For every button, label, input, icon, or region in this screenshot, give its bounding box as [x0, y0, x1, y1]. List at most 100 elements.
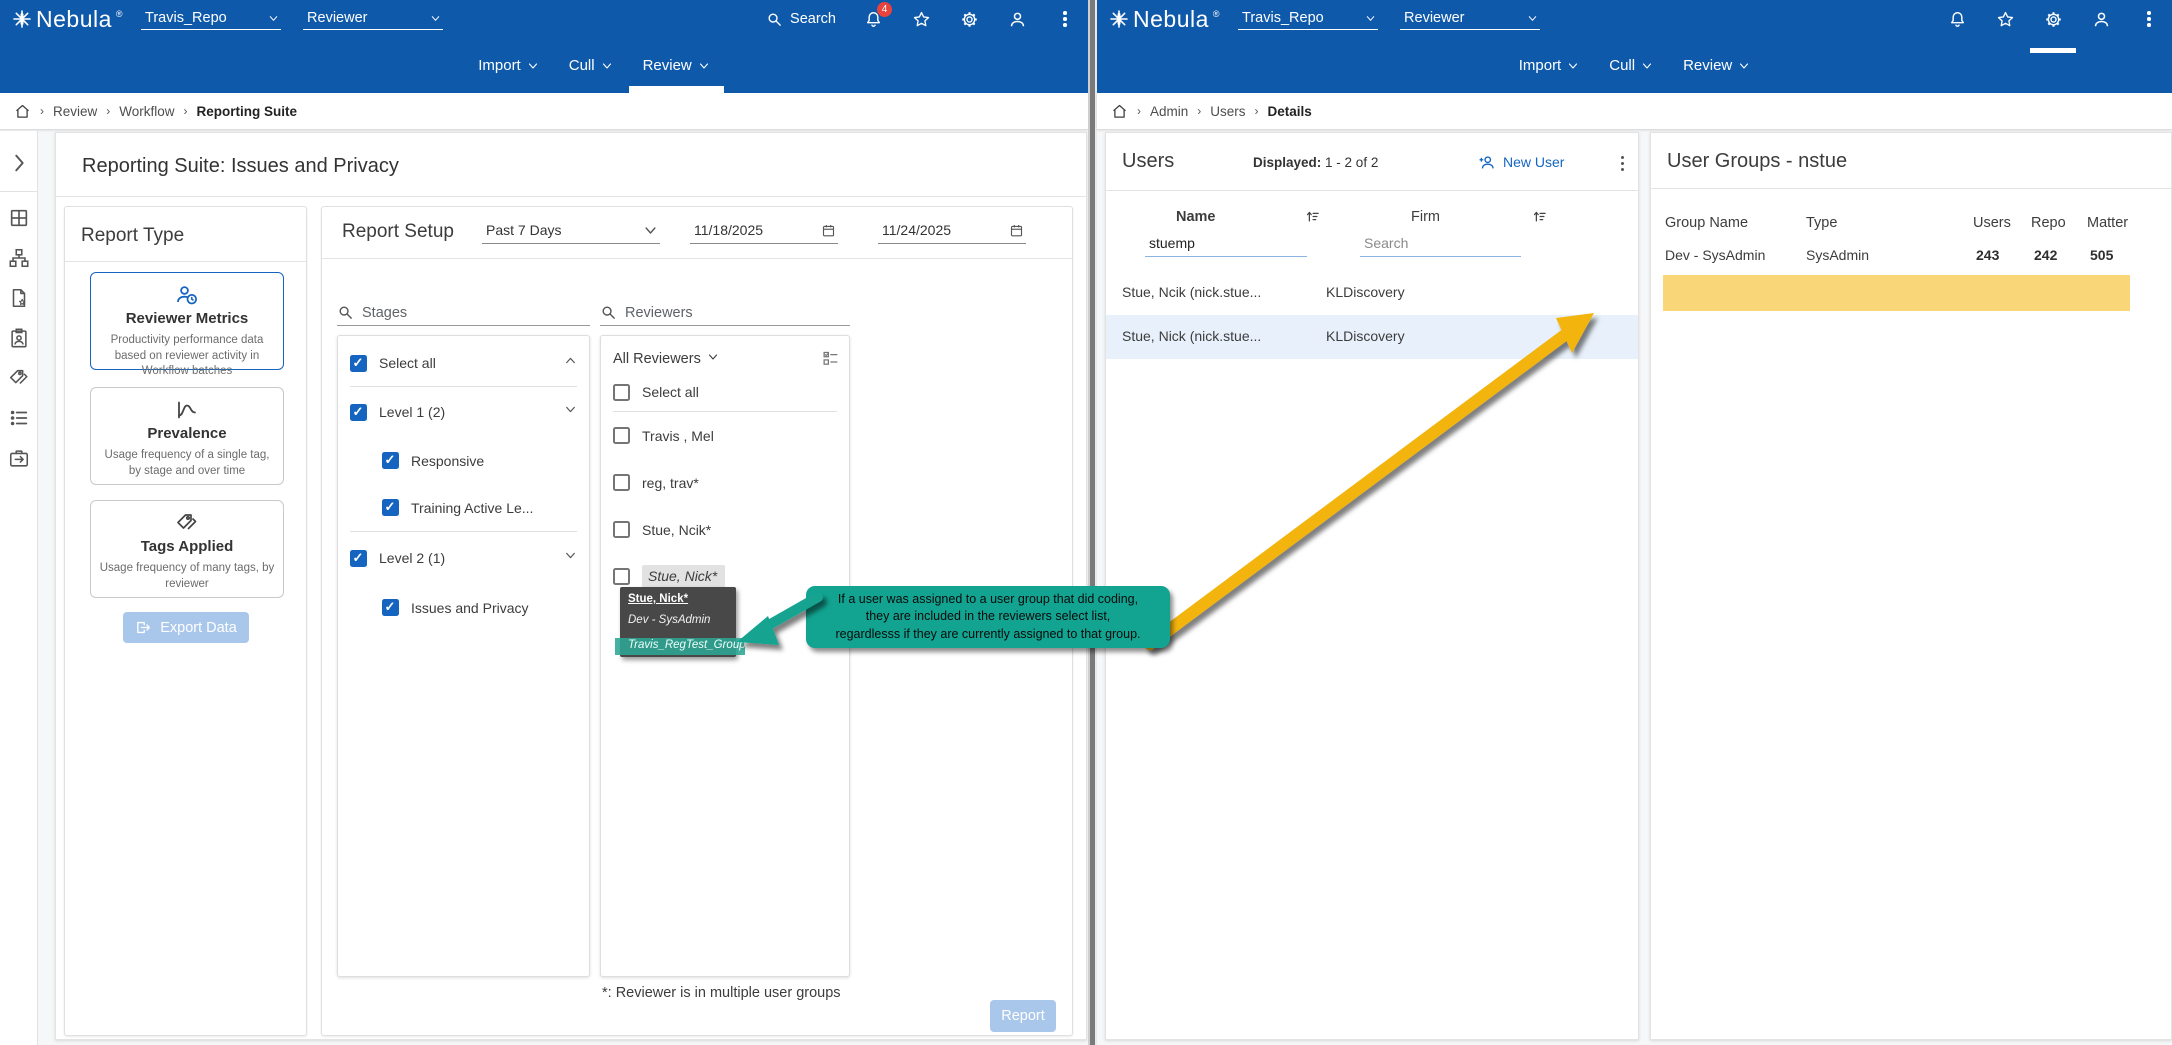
user-row-stue-ncik[interactable]: Stue, Ncik (nick.stue... KLDiscovery [1106, 271, 1638, 315]
chevron-down-icon [431, 15, 440, 21]
group-repo-cell: 242 [2034, 247, 2058, 263]
chevron-down-icon[interactable] [564, 403, 577, 421]
favorites-button[interactable] [910, 8, 932, 30]
name-filter-input[interactable] [1145, 233, 1307, 256]
home-icon[interactable] [1111, 103, 1128, 120]
breadcrumb-review[interactable]: Review [53, 104, 97, 119]
breadcrumb-workflow[interactable]: Workflow [119, 104, 174, 119]
group-name-cell[interactable]: Dev - SysAdmin [1665, 247, 1765, 263]
firm-filter-input[interactable] [1360, 233, 1521, 256]
nav-review[interactable]: Review [1683, 38, 1750, 93]
nav-review[interactable]: Review [628, 38, 724, 93]
report-type-reviewer-metrics[interactable]: Reviewer Metrics Productivity performanc… [90, 272, 284, 377]
stages-select-all-row[interactable]: Select all [338, 340, 589, 386]
stages-search[interactable] [337, 292, 590, 326]
checkbox-checked-icon[interactable] [382, 452, 399, 469]
breadcrumb-users[interactable]: Users [1210, 104, 1245, 119]
checkbox-checked-icon[interactable] [382, 599, 399, 616]
left-breadcrumb: › Review › Workflow › Reporting Suite [0, 93, 1088, 130]
col-header-firm[interactable]: Firm [1411, 209, 1440, 225]
kebab-icon [1063, 11, 1067, 27]
stage-training-row[interactable]: Training Active Le... [338, 484, 589, 531]
stage-level1-row[interactable]: Level 1 (2) [338, 387, 589, 437]
admin-settings-button[interactable] [2030, 8, 2076, 53]
nav-import[interactable]: Import [478, 38, 539, 93]
report-button[interactable]: Report [990, 1000, 1056, 1032]
export-box-icon[interactable] [8, 447, 30, 469]
export-data-button[interactable]: Export Data [123, 612, 249, 643]
home-icon[interactable] [14, 103, 31, 120]
nav-cull[interactable]: Cull [1609, 38, 1653, 93]
stage-responsive-row[interactable]: Responsive [338, 437, 589, 484]
notifications-button[interactable] [1946, 8, 1968, 30]
notifications-button[interactable]: 4 [862, 2, 892, 30]
chevron-down-icon [1740, 62, 1749, 69]
expand-rail-icon[interactable] [8, 152, 30, 174]
nav-cull[interactable]: Cull [569, 38, 613, 93]
reviewers-search-input[interactable] [625, 305, 775, 321]
report-type-tags-applied[interactable]: Tags Applied Usage frequency of many tag… [90, 500, 284, 598]
date-range-select[interactable]: Past 7 Days [482, 219, 660, 244]
reviewers-select-all-row[interactable]: Select all [601, 373, 849, 411]
checkbox-unchecked-icon[interactable] [613, 521, 630, 538]
checkbox-unchecked-icon[interactable] [613, 474, 630, 491]
checkbox-checked-icon[interactable] [350, 354, 367, 372]
reviewer-row-stue-ncik[interactable]: Stue, Ncik* [601, 506, 849, 553]
admin-settings-button[interactable] [958, 8, 980, 30]
sort-firm-icon[interactable] [1531, 209, 1548, 224]
col-header-repo[interactable]: Repo [2031, 215, 2066, 231]
sort-name-icon[interactable] [1304, 209, 1321, 224]
all-reviewers-filter[interactable]: All Reviewers [613, 351, 701, 367]
checkbox-checked-icon[interactable] [382, 499, 399, 516]
col-header-users[interactable]: Users [1973, 215, 2011, 231]
chevron-down-icon[interactable] [564, 549, 577, 567]
highlighted-empty-group-row[interactable] [1663, 275, 2130, 311]
firm-filter[interactable] [1360, 233, 1521, 257]
breadcrumb-admin[interactable]: Admin [1150, 104, 1188, 119]
col-header-matter[interactable]: Matter [2087, 215, 2128, 231]
document-star-icon[interactable] [8, 287, 30, 309]
user-row-stue-nick-selected[interactable]: Stue, Nick (nick.stue... KLDiscovery [1106, 315, 1638, 359]
col-header-group-name[interactable]: Group Name [1665, 215, 1748, 231]
col-header-type[interactable]: Type [1806, 215, 1837, 231]
name-filter[interactable] [1145, 233, 1307, 257]
tags-icon[interactable] [8, 367, 30, 389]
reviewers-search[interactable] [600, 292, 850, 326]
reviewer-row-travis-mel[interactable]: Travis , Mel [601, 412, 849, 459]
new-user-button[interactable]: New User [1478, 153, 1564, 171]
checkbox-checked-icon[interactable] [350, 403, 367, 421]
stage-issues-privacy-row[interactable]: Issues and Privacy [338, 584, 589, 631]
checkbox-checked-icon[interactable] [350, 549, 367, 567]
dashboard-icon[interactable] [8, 207, 30, 229]
account-button[interactable] [1006, 8, 1028, 30]
repo-select[interactable]: Travis_Repo [141, 8, 282, 30]
favorites-button[interactable] [1994, 8, 2016, 30]
group-matter-cell: 505 [2090, 247, 2114, 263]
users-menu-button[interactable] [1620, 153, 1624, 174]
sitemap-icon[interactable] [8, 247, 30, 269]
report-type-prevalence[interactable]: Prevalence Usage frequency of a single t… [90, 387, 284, 485]
clipboard-user-icon[interactable] [8, 327, 30, 349]
overflow-menu-button[interactable] [1054, 8, 1076, 30]
start-date-field[interactable]: 11/18/2025 [690, 219, 838, 244]
col-header-name[interactable]: Name [1176, 209, 1216, 225]
checkbox-unchecked-icon[interactable] [613, 383, 630, 401]
overflow-menu-button[interactable] [2138, 8, 2160, 30]
end-date-field[interactable]: 11/24/2025 [878, 219, 1026, 244]
checkbox-unchecked-icon[interactable] [613, 427, 630, 444]
stages-search-input[interactable] [362, 305, 512, 321]
role-select[interactable]: Reviewer [1400, 8, 1541, 30]
checkbox-unchecked-icon[interactable] [613, 568, 630, 585]
multiple-groups-footnote: *: Reviewer is in multiple user groups [602, 985, 841, 1001]
repo-select[interactable]: Travis_Repo [1238, 8, 1379, 30]
nav-import[interactable]: Import [1519, 38, 1580, 93]
stage-level2-row[interactable]: Level 2 (1) [338, 532, 589, 584]
reviewer-row-reg-trav[interactable]: reg, trav* [601, 459, 849, 506]
list-icon[interactable] [8, 407, 30, 429]
chevron-up-icon[interactable] [564, 354, 577, 372]
checklist-icon[interactable] [822, 350, 839, 367]
global-search-button[interactable]: Search [766, 11, 836, 28]
role-select[interactable]: Reviewer [303, 8, 444, 30]
account-button[interactable] [2090, 8, 2112, 30]
chevron-down-icon[interactable] [707, 351, 719, 367]
